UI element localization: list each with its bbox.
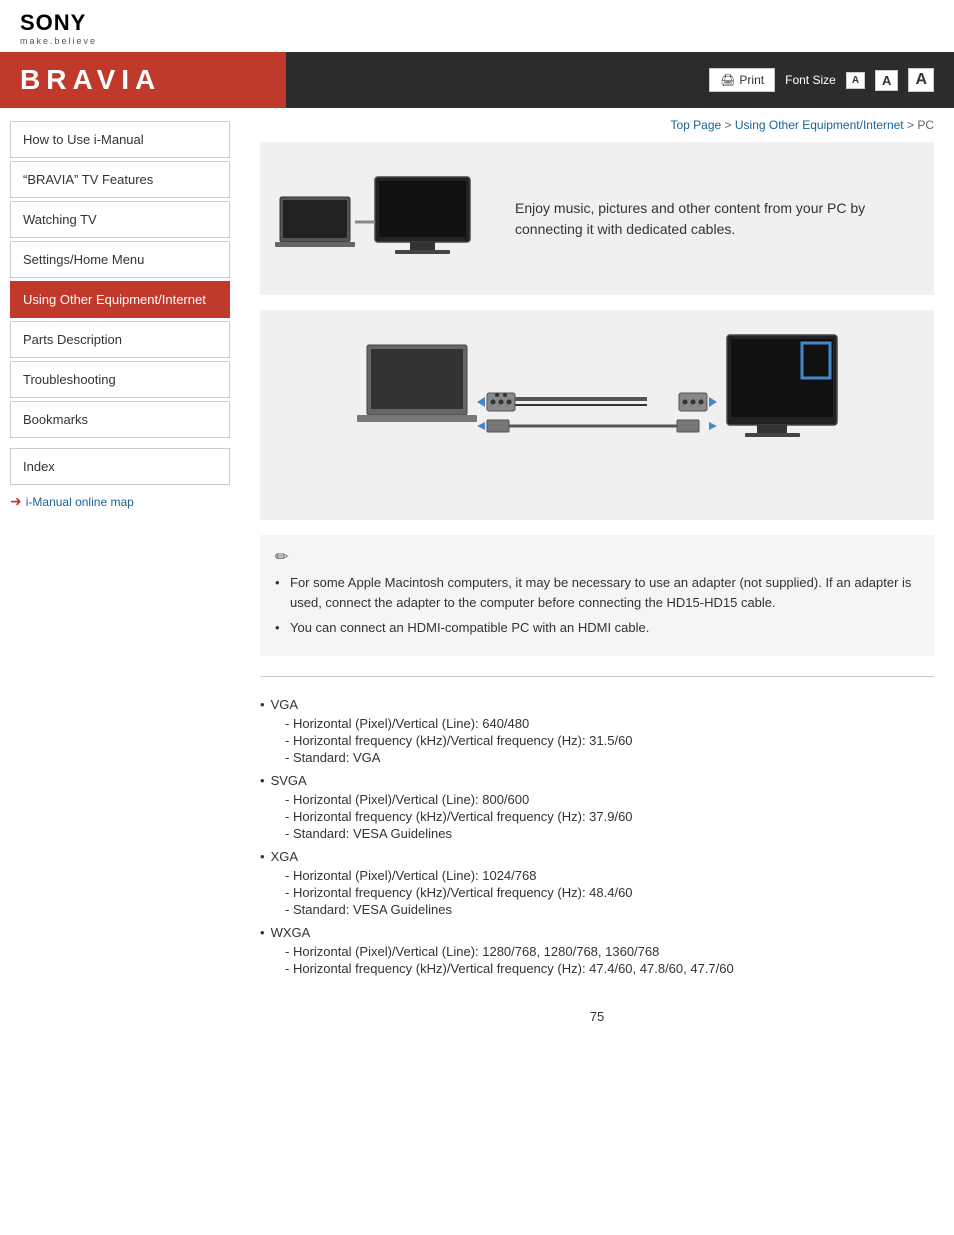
spec-group-wxga: WXGA Horizontal (Pixel)/Vertical (Line):… [260,925,934,976]
bravia-banner: BRAVIA 🖨 Print Font Size A A A [0,52,954,108]
spec-group-svga: SVGA Horizontal (Pixel)/Vertical (Line):… [260,773,934,841]
sidebar-item-bookmarks[interactable]: Bookmarks [10,401,230,438]
breadcrumb-current: PC [917,118,934,132]
hero-image [275,157,495,280]
breadcrumb-sep2: > [904,118,918,132]
notes-section: ✏ For some Apple Macintosh computers, it… [260,535,934,656]
spec-wxga-name: WXGA [260,925,934,940]
font-size-label: Font Size [785,73,836,87]
header: SONY make.believe [0,0,954,52]
page-number: 75 [260,1009,934,1024]
sony-logo: SONY [20,10,934,36]
breadcrumb-sep1: > [721,118,735,132]
sidebar-item-settings-home[interactable]: Settings/Home Menu [10,241,230,278]
spec-wxga-item-1: Horizontal frequency (kHz)/Vertical freq… [260,961,934,976]
sidebar-item-troubleshooting[interactable]: Troubleshooting [10,361,230,398]
breadcrumb-using-other[interactable]: Using Other Equipment/Internet [735,118,904,132]
spec-xga-item-0: Horizontal (Pixel)/Vertical (Line): 1024… [260,868,934,883]
sidebar: How to Use i-Manual “BRAVIA” TV Features… [0,108,240,1034]
spec-group-xga: XGA Horizontal (Pixel)/Vertical (Line): … [260,849,934,917]
main-layout: How to Use i-Manual “BRAVIA” TV Features… [0,108,954,1034]
spec-vga-name: VGA [260,697,934,712]
spec-svga-item-0: Horizontal (Pixel)/Vertical (Line): 800/… [260,792,934,807]
print-icon: 🖨 [720,73,735,87]
font-size-large-button[interactable]: A [908,68,934,92]
sony-tagline: make.believe [20,36,934,46]
spec-vga-item-0: Horizontal (Pixel)/Vertical (Line): 640/… [260,716,934,731]
spec-svga-name: SVGA [260,773,934,788]
spec-xga-item-1: Horizontal frequency (kHz)/Vertical freq… [260,885,934,900]
sidebar-item-bravia-features[interactable]: “BRAVIA” TV Features [10,161,230,198]
diagram-section [260,310,934,520]
online-map-link[interactable]: ➜ i-Manual online map [10,493,230,510]
spec-xga-item-2: Standard: VESA Guidelines [260,902,934,917]
print-label: Print [739,73,764,87]
hero-section: Enjoy music, pictures and other content … [260,142,934,295]
breadcrumb: Top Page > Using Other Equipment/Interne… [260,118,934,132]
bravia-title: BRAVIA [20,64,161,96]
content-area: Top Page > Using Other Equipment/Interne… [240,108,954,1034]
arrow-icon: ➜ [10,493,22,510]
notes-icon: ✏ [275,547,919,567]
section-divider [260,676,934,677]
spec-vga-item-1: Horizontal frequency (kHz)/Vertical freq… [260,733,934,748]
sidebar-item-how-to-use[interactable]: How to Use i-Manual [10,121,230,158]
banner-right: 🖨 Print Font Size A A A [709,68,934,92]
spec-xga-name: XGA [260,849,934,864]
print-button[interactable]: 🖨 Print [709,68,775,92]
font-size-small-button[interactable]: A [846,72,865,89]
spec-svga-item-1: Horizontal frequency (kHz)/Vertical freq… [260,809,934,824]
spec-wxga-item-0: Horizontal (Pixel)/Vertical (Line): 1280… [260,944,934,959]
specs-section: VGA Horizontal (Pixel)/Vertical (Line): … [260,692,934,989]
hero-description: Enjoy music, pictures and other content … [515,198,919,240]
sidebar-item-index[interactable]: Index [10,448,230,485]
spec-svga-item-2: Standard: VESA Guidelines [260,826,934,841]
connection-diagram [347,325,847,505]
online-map-label: i-Manual online map [26,495,134,509]
spec-group-vga: VGA Horizontal (Pixel)/Vertical (Line): … [260,697,934,765]
note-item-2: You can connect an HDMI-compatible PC wi… [275,618,919,638]
sidebar-item-watching-tv[interactable]: Watching TV [10,201,230,238]
sidebar-item-using-other[interactable]: Using Other Equipment/Internet [10,281,230,318]
tv-laptop-illustration [275,157,475,277]
note-item-1: For some Apple Macintosh computers, it m… [275,573,919,612]
sidebar-item-parts-description[interactable]: Parts Description [10,321,230,358]
font-size-medium-button[interactable]: A [875,70,898,91]
breadcrumb-top-page[interactable]: Top Page [670,118,721,132]
spec-vga-item-2: Standard: VGA [260,750,934,765]
